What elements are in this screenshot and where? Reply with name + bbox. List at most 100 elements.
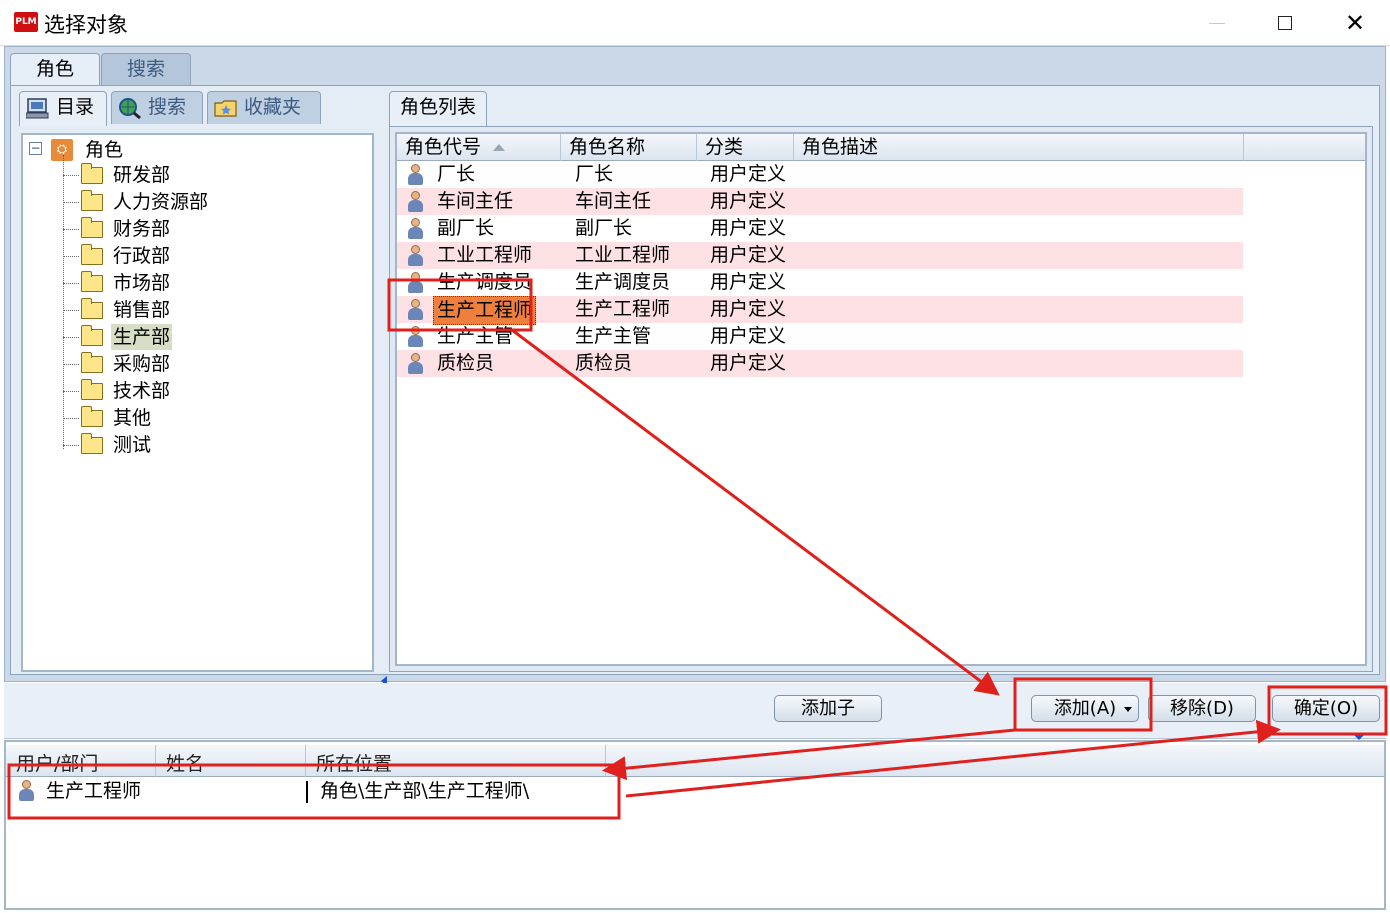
user-icon [407,191,423,212]
add-child-button[interactable]: 添加子 [774,695,882,722]
tree-item-label: 财务部 [113,218,171,240]
tab-search-outer[interactable]: 搜索 [101,53,191,85]
role-row[interactable]: 车间主任 车间主任 用户定义 [397,188,1243,215]
tab-directory-label: 目录 [56,96,95,118]
col-header-person-name[interactable]: 姓名 [156,745,306,777]
role-code: 质检员 [437,352,495,374]
role-category: 用户定义 [710,298,787,320]
role-category: 用户定义 [710,271,787,293]
tree-item-label: 销售部 [113,299,171,321]
role-code: 厂长 [437,163,476,185]
role-row[interactable]: 生产调度员 生产调度员 用户定义 [397,269,1243,296]
remove-button[interactable]: 移除(D) [1148,695,1256,722]
folder-icon [81,406,103,427]
col-header-name[interactable]: 角色名称 [561,134,697,161]
role-row[interactable]: 质检员 质检员 用户定义 [397,350,1243,377]
tab-role-list[interactable]: 角色列表 [389,91,487,126]
user-icon [407,218,423,239]
role-name: 生产主管 [575,325,652,347]
tree-item-label: 技术部 [113,380,171,402]
collapse-icon[interactable]: − [29,142,42,155]
folder-icon [81,217,103,238]
col-header-category[interactable]: 分类 [697,134,794,161]
role-row[interactable]: 生产主管 生产主管 用户定义 [397,323,1243,350]
globe-search-icon [119,98,141,119]
tree-connector [63,155,64,449]
top-panel: 角色 搜索 目录 搜索 收藏夹 − ⛭ 角色 研发部 人力资源部 财务部 行政部… [4,46,1386,686]
tree-item-label: 采购部 [113,353,171,375]
tree-item-label-selected: 生产部 [111,324,173,350]
role-name: 生产工程师 [575,298,671,320]
user-icon [407,299,423,320]
role-list-frame: 角色代号 角色名称 分类 角色描述 厂长 厂长 用户定义 车间主任 车间主任 用… [389,126,1373,672]
tree-item-label: 研发部 [113,164,171,186]
col-header-desc[interactable]: 角色描述 [794,134,1244,161]
role-code: 生产调度员 [437,271,533,293]
folder-icon [81,325,103,346]
user-icon [407,245,423,266]
role-name: 副厂长 [575,217,633,239]
role-code: 工业工程师 [437,244,533,266]
plm-app-icon: PLM [14,12,38,32]
role-category: 用户定义 [710,325,787,347]
tab-search-inner-label: 搜索 [148,96,187,118]
role-root-icon: ⛭ [51,139,73,161]
folder-icon [81,433,103,454]
role-code-selected: 生产工程师 [433,296,537,325]
computer-icon [26,98,49,119]
role-category: 用户定义 [710,352,787,374]
action-bar: 添加子 添加(A) 移除(D) 确定(O) [4,683,1386,740]
folder-icon [81,352,103,373]
tree-item-label: 人力资源部 [113,191,209,213]
tree-item-label: 其他 [113,407,152,429]
role-name: 质检员 [575,352,633,374]
tree-item-label: 行政部 [113,245,171,267]
user-icon [407,164,423,185]
role-row[interactable]: 工业工程师 工业工程师 用户定义 [397,242,1243,269]
favorites-folder-icon [214,100,237,117]
selected-user: 生产工程师 [46,780,142,802]
col-header-location[interactable]: 所在位置 [306,745,606,777]
role-tree: − ⛭ 角色 研发部 人力资源部 财务部 行政部 市场部 销售部 生产部 采购部… [21,133,374,672]
user-icon [407,326,423,347]
role-category: 用户定义 [710,163,787,185]
close-icon[interactable]: ✕ [1338,8,1372,38]
user-icon [18,780,34,801]
selected-row[interactable]: 生产工程师 角色\生产部\生产工程师\ [6,777,1384,805]
tree-root-label: 角色 [85,139,124,161]
minimize-icon[interactable] [1200,8,1234,38]
tab-directory[interactable]: 目录 [19,91,107,126]
user-icon [407,353,423,374]
role-list-header: 角色代号 角色名称 分类 角色描述 [397,134,1365,161]
folder-icon [81,163,103,184]
role-name: 车间主任 [575,190,652,212]
role-name: 厂长 [575,163,614,185]
tab-search-inner[interactable]: 搜索 [111,91,203,124]
user-icon [407,272,423,293]
tab-role[interactable]: 角色 [10,53,100,87]
role-category: 用户定义 [710,190,787,212]
dropdown-arrow-icon[interactable] [1124,707,1132,712]
role-code: 生产主管 [437,325,514,347]
folder-icon [81,271,103,292]
role-code: 车间主任 [437,190,514,212]
folder-icon [81,244,103,265]
col-header-user-dept[interactable]: 用户/部门 [6,745,156,777]
col-header-code[interactable]: 角色代号 [397,134,561,161]
maximize-icon[interactable] [1268,8,1302,38]
role-code: 副厂长 [437,217,495,239]
role-row[interactable]: 副厂长 副厂长 用户定义 [397,215,1243,242]
role-list-table: 角色代号 角色名称 分类 角色描述 厂长 厂长 用户定义 车间主任 车间主任 用… [395,132,1367,666]
add-button-label: 添加(A) [1053,698,1117,719]
add-button[interactable]: 添加(A) [1031,695,1139,722]
ok-button[interactable]: 确定(O) [1272,695,1380,722]
folder-icon [81,298,103,319]
role-row-selected[interactable]: 生产工程师 生产工程师 用户定义 [397,296,1243,325]
role-row[interactable]: 厂长 厂长 用户定义 [397,161,1243,188]
tab-favorites[interactable]: 收藏夹 [207,91,321,124]
selected-location: 角色\生产部\生产工程师\ [320,780,530,802]
selected-table-header: 用户/部门 姓名 所在位置 [6,745,1384,777]
sort-ascending-icon [493,144,506,151]
title-bar: PLM 选择对象 ✕ [0,0,1390,46]
role-tab-body: 目录 搜索 收藏夹 − ⛭ 角色 研发部 人力资源部 财务部 行政部 市场部 销… [10,85,1380,686]
